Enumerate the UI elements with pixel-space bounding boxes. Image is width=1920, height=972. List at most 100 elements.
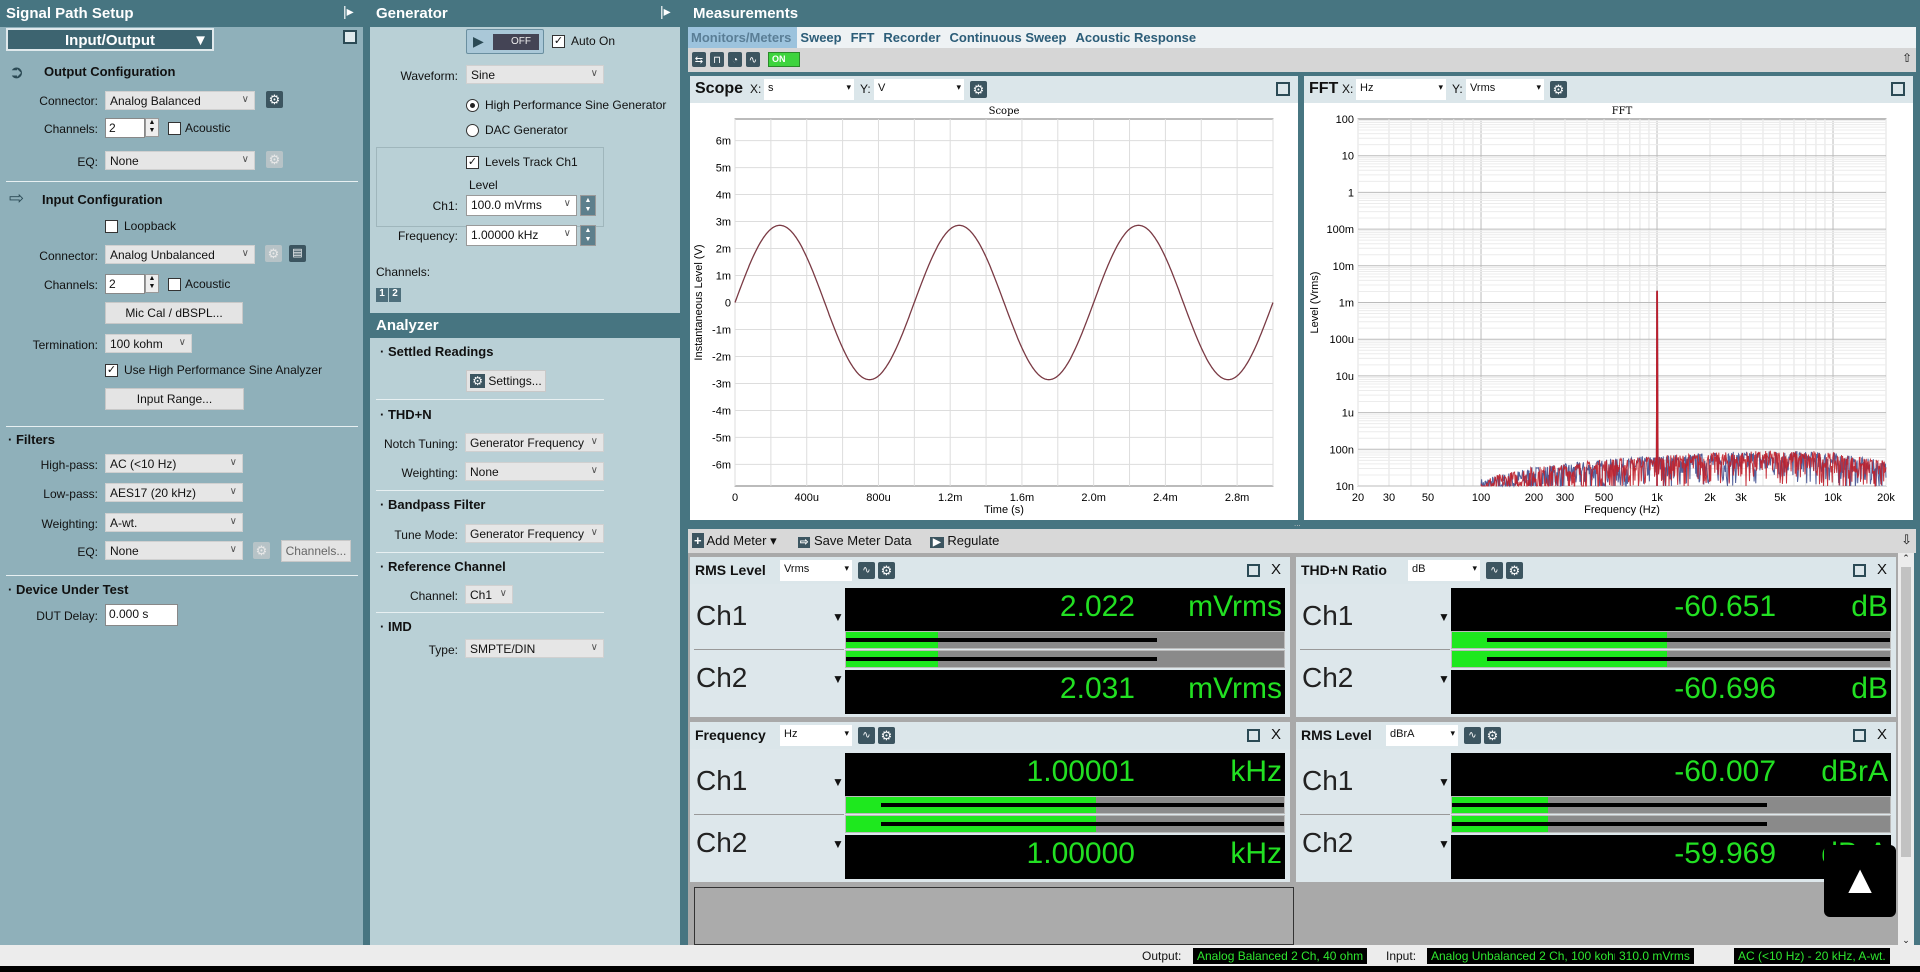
- close-icon[interactable]: X: [1271, 561, 1281, 578]
- meter-unit-dropdown[interactable]: dBrA: [1386, 725, 1458, 746]
- dut-delay-input[interactable]: 0.000 s: [105, 604, 178, 626]
- dac-radio[interactable]: [466, 124, 479, 137]
- monitor-on-toggle[interactable]: ON: [768, 52, 800, 67]
- popout-icon[interactable]: [343, 30, 357, 44]
- channel-button-1[interactable]: 1: [376, 288, 388, 302]
- filter-eq-dropdown[interactable]: None: [105, 541, 243, 560]
- channel-dropdown-arrow[interactable]: ▼: [832, 837, 844, 851]
- settings-button[interactable]: ⚙ Settings...: [466, 370, 546, 392]
- channel-dropdown-arrow[interactable]: ▼: [1438, 837, 1450, 851]
- weighting-dropdown[interactable]: A-wt.: [105, 513, 243, 532]
- level-stepper[interactable]: ▲ ▼: [580, 195, 596, 216]
- notch-dropdown[interactable]: Generator Frequency: [465, 433, 604, 452]
- panel-splitter[interactable]: [363, 0, 370, 966]
- pulse-icon[interactable]: ⊓: [710, 52, 724, 67]
- input-connector-dropdown[interactable]: Analog Unbalanced: [105, 245, 255, 264]
- tab-acoustic-response[interactable]: Acoustic Response: [1073, 27, 1203, 48]
- output-eq-dropdown[interactable]: None: [105, 151, 255, 170]
- pin-icon[interactable]: |▸: [660, 3, 671, 20]
- imd-type-dropdown[interactable]: SMPTE/DIN: [465, 639, 604, 658]
- channels-button[interactable]: Channels...: [281, 540, 351, 562]
- meters-scrollbar[interactable]: ⌃ ⌄: [1898, 553, 1914, 946]
- add-meter-button[interactable]: + Add Meter ▾: [692, 533, 777, 549]
- thdn-weighting-dropdown[interactable]: None: [465, 462, 604, 481]
- waveform-dropdown[interactable]: Sine: [466, 65, 604, 84]
- gear-icon[interactable]: ⚙: [266, 91, 283, 108]
- termination-dropdown[interactable]: 100 kohm: [105, 334, 192, 353]
- output-channels-input[interactable]: 2: [105, 118, 145, 138]
- hp-sine-radio[interactable]: [466, 99, 479, 112]
- popout-icon[interactable]: [1247, 729, 1260, 742]
- fft-y-unit-dropdown[interactable]: Vrms: [1466, 79, 1544, 100]
- level-status[interactable]: 310.0 mVrms: [1615, 948, 1694, 964]
- frequency-stepper[interactable]: ▲ ▼: [580, 225, 596, 246]
- output-acoustic-checkbox[interactable]: [168, 122, 181, 135]
- channels-stepper[interactable]: ▲ ▼: [145, 118, 159, 137]
- meter-unit-dropdown[interactable]: dB: [1408, 560, 1480, 581]
- gear-icon[interactable]: ⚙: [878, 727, 895, 744]
- input-status[interactable]: Analog Unbalanced 2 Ch, 100 kohm: [1427, 948, 1628, 964]
- tune-dropdown[interactable]: Generator Frequency: [465, 524, 604, 543]
- channels-stepper[interactable]: ▲ ▼: [145, 274, 159, 293]
- save-meter-data-button[interactable]: ⇨ Save Meter Data: [798, 533, 912, 548]
- clock-icon[interactable]: ◔: [728, 52, 742, 67]
- gear-icon[interactable]: ⚙: [878, 562, 895, 579]
- tab-fft[interactable]: FFT: [848, 27, 881, 48]
- fft-x-unit-dropdown[interactable]: Hz: [1356, 79, 1446, 100]
- input-acoustic-checkbox[interactable]: [168, 278, 181, 291]
- tab-sweep[interactable]: Sweep: [797, 27, 847, 48]
- tab-monitors-meters[interactable]: Monitors/Meters: [688, 27, 798, 48]
- output-status[interactable]: Analog Balanced 2 Ch, 40 ohm: [1193, 948, 1368, 964]
- graph-icon[interactable]: ∿: [1464, 727, 1481, 744]
- channel-button-2[interactable]: 2: [389, 288, 401, 302]
- details-icon[interactable]: ▤: [289, 245, 306, 262]
- tab-recorder[interactable]: Recorder: [880, 27, 946, 48]
- pin-icon[interactable]: |▸: [343, 3, 354, 20]
- popout-icon[interactable]: [1276, 82, 1290, 96]
- swap-icon[interactable]: ⇆: [692, 52, 706, 67]
- popout-icon[interactable]: [1853, 729, 1866, 742]
- use-hp-analyzer-checkbox[interactable]: ✓: [105, 364, 118, 377]
- close-icon[interactable]: X: [1877, 561, 1887, 578]
- channel-dropdown-arrow[interactable]: ▼: [832, 672, 844, 686]
- reference-channel-dropdown[interactable]: Ch1: [465, 585, 513, 604]
- collapse-icon[interactable]: ⇧: [1902, 51, 1912, 65]
- auto-on-checkbox[interactable]: ✓: [552, 35, 565, 48]
- graph-icon[interactable]: ∿: [858, 562, 875, 579]
- output-connector-dropdown[interactable]: Analog Balanced: [105, 91, 255, 110]
- wave-icon[interactable]: ∿: [746, 52, 760, 67]
- generator-toggle-button[interactable]: ▶ OFF: [466, 29, 544, 54]
- gear-icon[interactable]: ⚙: [1484, 727, 1501, 744]
- graph-icon[interactable]: ∿: [858, 727, 875, 744]
- levels-track-checkbox[interactable]: ✓: [466, 156, 479, 169]
- ch1-level-input[interactable]: 100.0 mVrms: [466, 195, 577, 216]
- channel-dropdown-arrow[interactable]: ▼: [832, 775, 844, 789]
- channel-dropdown-arrow[interactable]: ▼: [832, 610, 844, 624]
- scope-x-unit-dropdown[interactable]: s: [764, 79, 854, 100]
- lowpass-dropdown[interactable]: AES17 (20 kHz): [105, 483, 243, 502]
- mic-cal-button[interactable]: Mic Cal / dBSPL...: [105, 302, 243, 324]
- close-icon[interactable]: X: [1271, 726, 1281, 743]
- graph-icon[interactable]: ∿: [1486, 562, 1503, 579]
- scope-y-unit-dropdown[interactable]: V: [874, 79, 964, 100]
- loopback-checkbox[interactable]: [105, 220, 118, 233]
- highpass-dropdown[interactable]: AC (<10 Hz): [105, 454, 243, 473]
- popout-icon[interactable]: [1891, 82, 1905, 96]
- view-dropdown[interactable]: Input/Output ▼: [6, 28, 214, 51]
- tab-continuous-sweep[interactable]: Continuous Sweep: [947, 27, 1073, 48]
- popout-icon[interactable]: [1247, 564, 1260, 577]
- channel-dropdown-arrow[interactable]: ▼: [1438, 610, 1450, 624]
- filter-status[interactable]: AC (<10 Hz) - 20 kHz, A-wt.: [1734, 948, 1890, 964]
- popout-icon[interactable]: [1853, 564, 1866, 577]
- channel-dropdown-arrow[interactable]: ▼: [1438, 775, 1450, 789]
- collapse-icon[interactable]: ⇩: [1901, 532, 1912, 548]
- input-channels-input[interactable]: 2: [105, 274, 145, 294]
- meter-unit-dropdown[interactable]: Hz: [780, 725, 852, 746]
- gear-icon[interactable]: ⚙: [1550, 81, 1567, 98]
- gear-icon[interactable]: ⚙: [1506, 562, 1523, 579]
- frequency-input[interactable]: 1.00000 kHz: [466, 225, 577, 246]
- gear-icon[interactable]: ⚙: [970, 81, 987, 98]
- input-range-button[interactable]: Input Range...: [105, 388, 244, 410]
- meter-unit-dropdown[interactable]: Vrms: [780, 560, 852, 581]
- regulate-button[interactable]: ▶ Regulate: [930, 533, 999, 548]
